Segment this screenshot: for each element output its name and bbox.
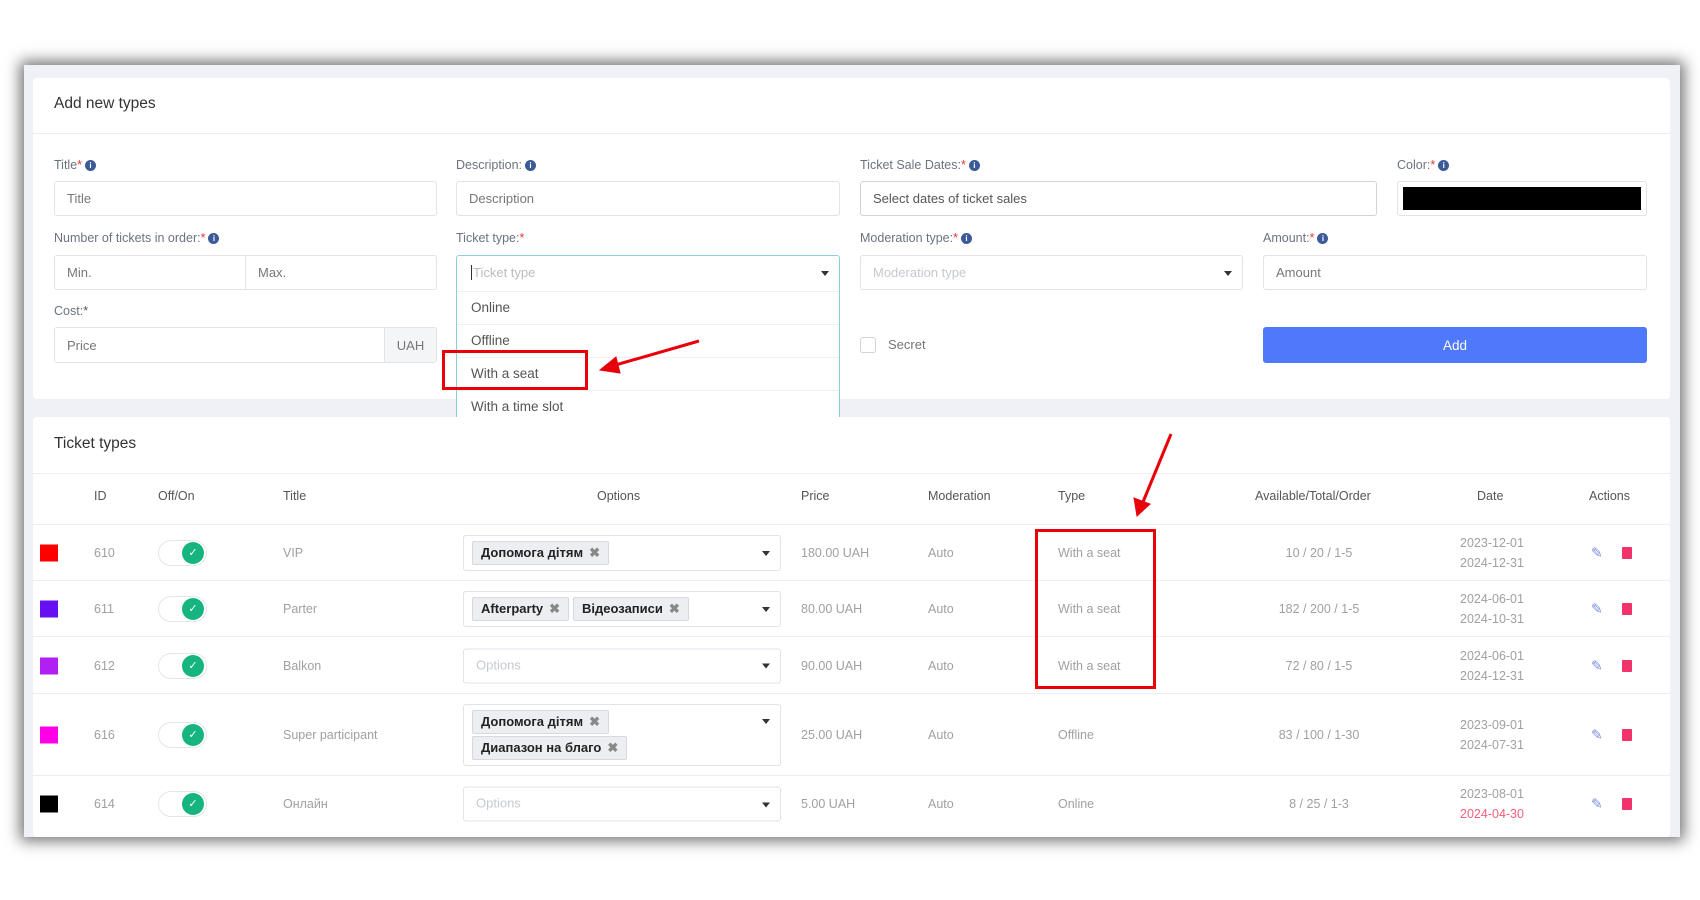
annotation-arrow-2: [1133, 433, 1173, 517]
annotation-arrows: [598, 339, 1173, 517]
annotation-arrow-1: [598, 339, 700, 374]
